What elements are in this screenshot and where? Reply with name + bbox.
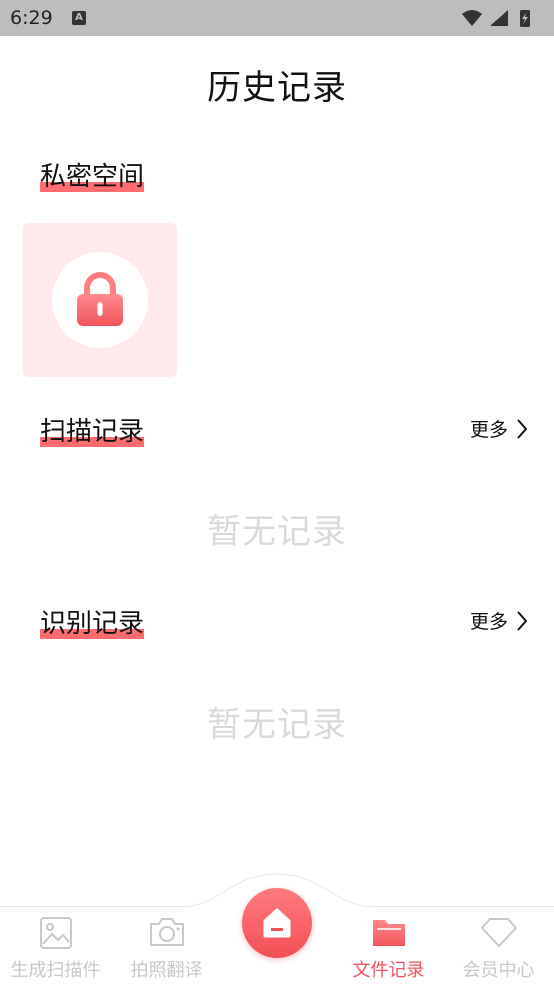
notification-a-icon: A	[72, 11, 86, 25]
diamond-icon	[480, 918, 517, 947]
page-title: 历史记录	[207, 68, 347, 108]
status-bar: 6:29 A	[0, 0, 554, 36]
tab-label: 会员中心	[462, 960, 535, 981]
recognition-records-label: 识别记录	[40, 609, 145, 639]
image-icon	[39, 917, 72, 949]
chevron-right-icon	[517, 610, 528, 631]
tab-photo-translate[interactable]: 拍照翻译	[111, 906, 222, 984]
status-icons	[460, 8, 540, 32]
tab-member-center[interactable]: 会员中心	[443, 906, 554, 984]
more-label: 更多	[469, 419, 508, 441]
tab-generate-scan[interactable]: 生成扫描件	[0, 906, 111, 984]
home-center-button[interactable]	[242, 888, 312, 958]
camera-icon	[149, 918, 184, 946]
tab-label: 生成扫描件	[10, 960, 101, 981]
scan-empty-text: 暂无记录	[207, 512, 347, 552]
lock-icon	[77, 272, 123, 326]
home-icon	[263, 908, 291, 938]
more-label: 更多	[469, 611, 508, 633]
scan-more-link[interactable]: 更多	[470, 415, 528, 442]
tab-label: 拍照翻译	[130, 960, 203, 981]
private-space-card[interactable]	[23, 223, 177, 377]
tab-file-records[interactable]: 文件记录	[333, 906, 444, 984]
signal-icon	[490, 10, 508, 26]
private-space-label: 私密空间	[40, 162, 145, 192]
chevron-right-icon	[517, 418, 528, 439]
tab-label: 文件记录	[352, 960, 425, 981]
folder-icon	[372, 920, 405, 946]
wifi-icon	[462, 10, 482, 26]
scan-records-label: 扫描记录	[40, 417, 145, 447]
recognition-more-link[interactable]: 更多	[470, 607, 528, 634]
recognition-empty-text: 暂无记录	[207, 705, 347, 745]
lock-circle	[52, 252, 148, 348]
status-time: 6:29	[10, 7, 53, 29]
